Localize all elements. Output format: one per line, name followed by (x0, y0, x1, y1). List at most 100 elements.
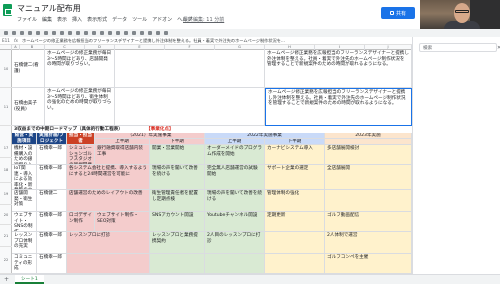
roadmap-2021-h2[interactable]: 衛生管理責任者を配置し定期点検 (150, 190, 205, 212)
roadmap-owner[interactable]: 石橋幸一郎 (37, 165, 67, 190)
roadmap-2022-h2[interactable]: サポート企業の選定 (265, 165, 325, 190)
cell-blank[interactable] (115, 50, 265, 88)
menu-file[interactable]: ファイル (17, 16, 37, 23)
roadmap-item[interactable]: ウェブサイト・SNSの制作 (12, 212, 37, 232)
italic-icon[interactable] (76, 31, 80, 35)
roadmap-2023[interactable]: 全店舗展開 (325, 165, 412, 190)
menu-addons[interactable]: アドオン (152, 16, 172, 23)
roadmap-2022-h2[interactable] (265, 232, 325, 254)
comment-icon[interactable] (140, 31, 144, 35)
row-number[interactable]: 17 (0, 138, 12, 158)
row-number[interactable]: 22 (0, 247, 12, 274)
link-icon[interactable] (132, 31, 136, 35)
roadmap-2021-h1[interactable]: シミュレーションゴルフスタジオの新規開業 (67, 145, 95, 165)
row-number[interactable]: 11 (0, 88, 12, 126)
roadmap-owner[interactable]: 石橋幸一郎 (37, 145, 67, 165)
roadmap-2021-h2[interactable] (150, 254, 205, 274)
add-sheet-icon[interactable]: + (4, 276, 9, 283)
roadmap-owner[interactable]: 石橋健二 (37, 190, 67, 212)
print-icon[interactable] (20, 31, 24, 35)
roadmap-item[interactable]: レッスンプロ体制の充実 (12, 232, 37, 254)
font-icon[interactable] (60, 31, 64, 35)
document-title[interactable]: マニュアル配布用 (17, 3, 81, 14)
header-project[interactable]: 実施計画/プロジェクト (37, 133, 67, 145)
roadmap-title[interactable]: 3収益までの中期ロードマップ（具体的行動工程表） (12, 126, 144, 133)
roadmap-2023[interactable]: 2人体制で運営 (325, 232, 412, 254)
borders-icon[interactable] (100, 31, 104, 35)
roadmap-2022-h2[interactable]: 定期更新 (265, 212, 325, 232)
currency-icon[interactable] (44, 31, 48, 35)
roadmap-2021-h2[interactable]: レッスンプロと業務提携契約 (150, 232, 205, 254)
roadmap-2022-h1[interactable] (205, 254, 265, 274)
roadmap-2021-h1[interactable]: 各システム会社と提携、導入するようにすると24時間運営を可能に (67, 165, 150, 190)
menu-edit[interactable]: 編集 (42, 16, 52, 23)
row-number[interactable]: 19 (0, 183, 12, 205)
roadmap-2021-h2[interactable]: 開業・営業開始 (150, 145, 205, 165)
menu-view[interactable]: 表示 (57, 16, 67, 23)
roadmap-2023[interactable]: ゴルフコンペを主催 (325, 254, 412, 274)
header-item[interactable]: 経営・実施項目 (12, 133, 37, 145)
cell-issue[interactable]: ホームページの修正業務が毎日3〜5時間ほどあり、店舗開発の時間が取りづらい。 (45, 50, 115, 88)
sheets-logo-icon[interactable] (3, 4, 12, 16)
roadmap-2021-h1[interactable]: ロゴデザイン制作 (67, 212, 95, 232)
header-owner[interactable]: 担当・担当者 (67, 133, 95, 145)
roadmap-2021-h1[interactable] (67, 254, 150, 274)
roadmap-2022-h2[interactable]: 管理体制の強化 (265, 190, 325, 212)
row-number[interactable]: 18 (0, 158, 12, 183)
roadmap-item[interactable]: 機材・設備購入のための銀行借り入れ (12, 145, 37, 165)
cell-plan[interactable]: ホームページ修正業務を広報担当のフリーランスデザイナーと提携し外注体制を整える。… (265, 50, 412, 88)
text-color-icon[interactable] (84, 31, 88, 35)
fill-color-icon[interactable] (92, 31, 96, 35)
roadmap-2021-h1[interactable]: 店舗運営のためのレイアウトの改善 (67, 190, 150, 212)
name-box[interactable]: E11 (0, 38, 14, 43)
share-button[interactable]: 共有 (381, 7, 415, 19)
menu-insert[interactable]: 挿入 (72, 16, 82, 23)
roadmap-title-note[interactable]: 【事業化点】 (144, 126, 194, 133)
roadmap-2022-h1[interactable]: 現場の声を聞いて改善を続ける (205, 190, 265, 212)
cell-name[interactable]: 石橋由美子(役員) (12, 88, 45, 126)
paint-format-icon[interactable] (28, 31, 32, 35)
roadmap-2022-h1[interactable]: Youtubeチャンネル開設 (205, 212, 265, 232)
percent-icon[interactable] (52, 31, 56, 35)
roadmap-2021-h1-b[interactable]: ウェブサイト制作・SEO対策 (95, 212, 150, 232)
roadmap-2021-h1-b[interactable]: 銀行融資取得店舗内装工事 (95, 145, 150, 165)
roadmap-item[interactable]: コミュニティの形成 (12, 254, 37, 274)
roadmap-2022-h1[interactable]: オーダーメイドのプログラム作成を開始 (205, 145, 265, 165)
align-icon[interactable] (116, 31, 120, 35)
cell-plan-selected[interactable]: ホームページ修正業務を広報担当のフリーランスデザイナーと提携し外注体制を整える。… (265, 88, 412, 126)
roadmap-2023[interactable]: 多店舗展開検討 (325, 145, 412, 165)
roadmap-2023[interactable] (325, 190, 412, 212)
cell-issue[interactable]: ホームページの修正業務が毎日3〜5時間ほどあり、衛生体制の強化のための時間が取り… (45, 88, 115, 126)
roadmap-item[interactable]: 店舗開発・衛生対策 (12, 190, 37, 212)
menu-format[interactable]: 表示形式 (87, 16, 107, 23)
last-edit-link[interactable]: 最終編集: 11 分前 (183, 16, 224, 23)
roadmap-2022-h1[interactable]: 2人目のレッスンプロに打診 (205, 232, 265, 254)
menu-data[interactable]: データ (112, 16, 127, 23)
undo-icon[interactable] (4, 31, 8, 35)
roadmap-2021-h2[interactable]: 現場の声を聞いて改善を続ける (150, 165, 205, 190)
row-number[interactable]: 10 (0, 50, 12, 88)
roadmap-owner[interactable]: 石橋幸一郎 (37, 212, 67, 232)
cell-blank[interactable] (115, 88, 265, 126)
zoom-icon[interactable] (36, 31, 40, 35)
formula-input[interactable]: ホームページの修正業務を広報担当のフリーランスデザイナーと提携し外注体制を整える… (22, 38, 285, 44)
cell-name[interactable]: 石橋健二(看護) (12, 50, 45, 88)
sheet-tab[interactable]: シート1 (15, 275, 44, 284)
row-number[interactable]: 21 (0, 225, 12, 247)
roadmap-2023[interactable]: ゴルフ動画配信 (325, 212, 412, 232)
function-icon[interactable] (164, 31, 168, 35)
filter-icon[interactable] (156, 31, 160, 35)
panel-search-field[interactable]: 検索 ✕ (419, 43, 500, 52)
chart-icon[interactable] (148, 31, 152, 35)
row-number[interactable]: 20 (0, 205, 12, 225)
roadmap-item[interactable]: IoT関連・導入による効率化・新業態の立ち上げ (12, 165, 37, 190)
merge-icon[interactable] (108, 31, 112, 35)
roadmap-2021-h1[interactable]: レッスンプロに打診 (67, 232, 150, 254)
roadmap-2022-h2[interactable]: カーナビシステム導入 (265, 145, 325, 165)
roadmap-2022-h1[interactable]: 完全無人店舗運営の試験開始 (205, 165, 265, 190)
bold-icon[interactable] (68, 31, 72, 35)
redo-icon[interactable] (12, 31, 16, 35)
roadmap-owner[interactable]: 石橋幸一郎 (37, 232, 67, 254)
roadmap-2022-h2[interactable] (265, 254, 325, 274)
menu-tools[interactable]: ツール (132, 16, 147, 23)
